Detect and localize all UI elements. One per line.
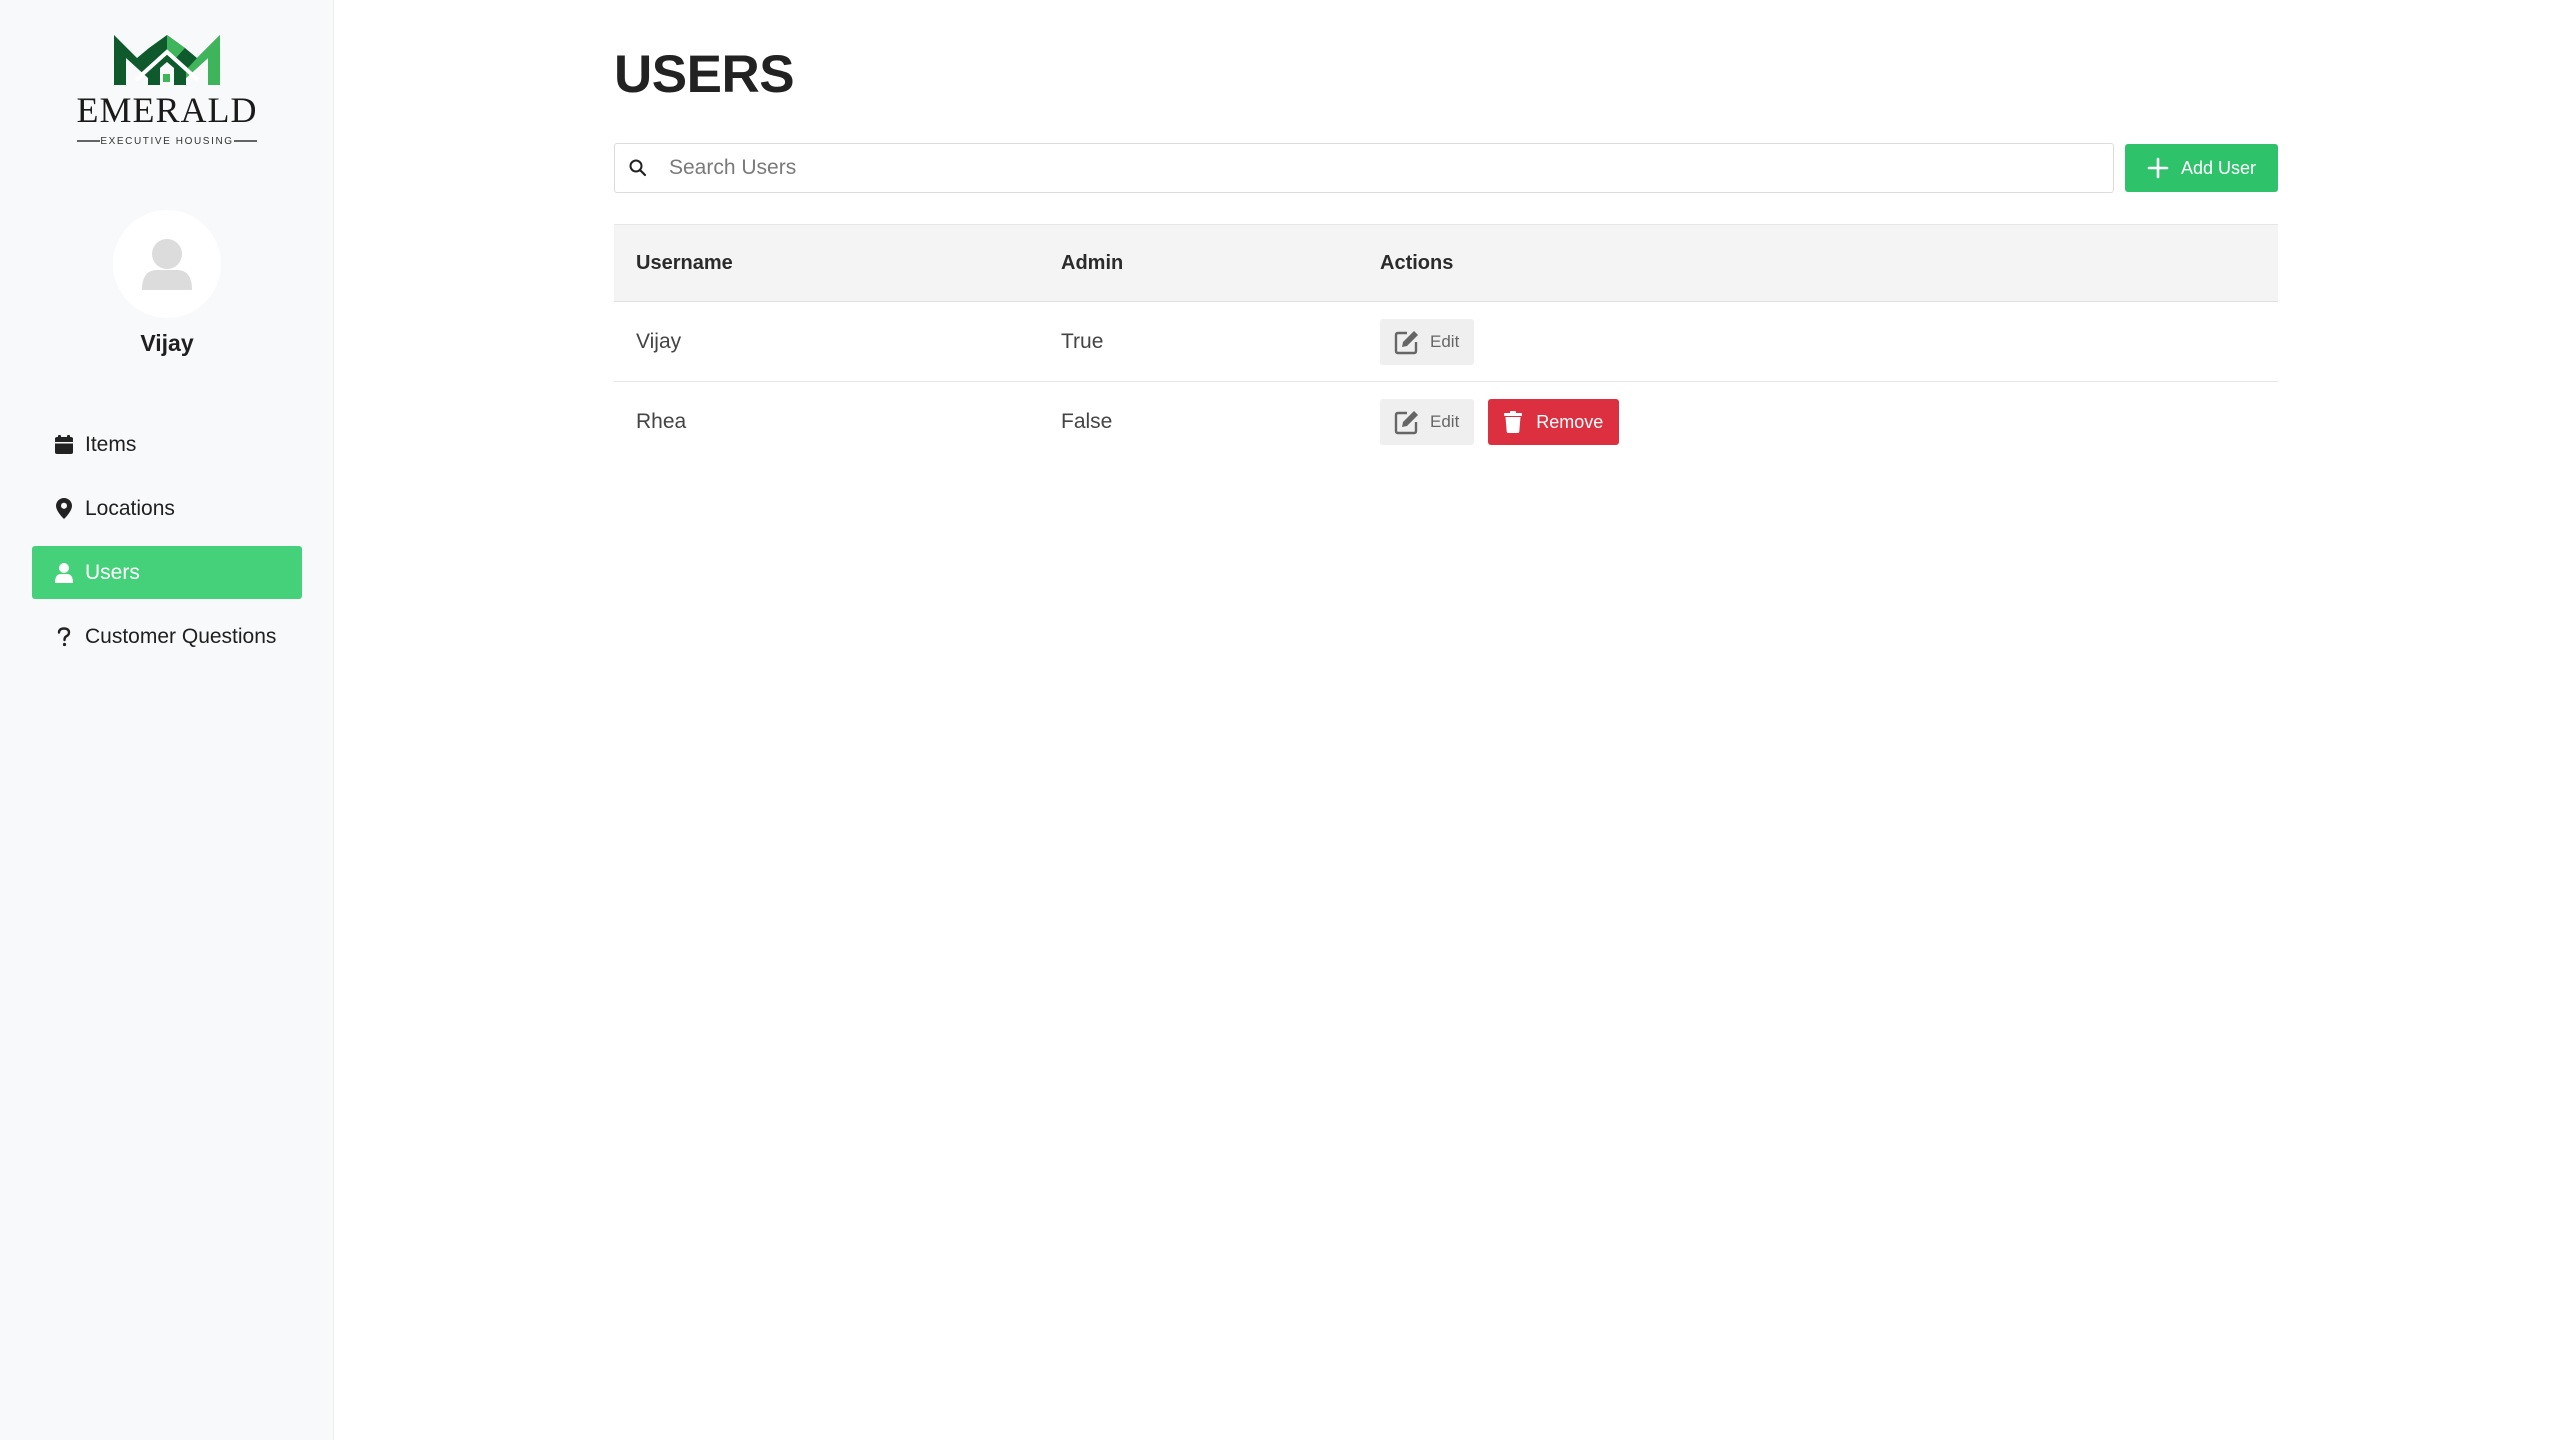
plus-icon [2147,157,2169,179]
remove-button[interactable]: Remove [1488,399,1620,445]
sidebar-item-items[interactable]: Items [32,418,302,471]
edit-label: Edit [1430,331,1460,351]
svg-text:EMERALD: EMERALD [77,90,258,130]
sidebar-item-locations[interactable]: Locations [32,482,302,535]
column-header-actions: Actions [1380,251,1454,274]
question-icon [54,626,74,648]
sidebar: EMERALD EXECUTIVE HOUSING Vijay Items Lo… [0,0,334,1440]
edit-button[interactable]: Edit [1380,318,1475,365]
sidebar-item-users[interactable]: Users [32,546,302,599]
add-user-label: Add User [2180,157,2257,178]
column-header-username: Username [636,251,733,274]
actions-cell: Edit [1380,302,1475,381]
map-pin-icon [54,498,74,520]
remove-label: Remove [1536,411,1604,432]
sidebar-item-label: Items [85,432,137,456]
users-table: Username Admin Actions Vijay True Edit R… [614,224,2278,462]
admin-cell: True [1061,329,1104,353]
actions-cell: Edit Remove [1380,382,1620,462]
username-cell: Vijay [636,329,682,353]
search-box[interactable] [614,143,2114,193]
brand-logo[interactable]: EMERALD EXECUTIVE HOUSING [74,30,260,148]
current-user-name: Vijay [140,330,194,356]
sidebar-nav: Items Locations Users Customer Questions [32,418,302,674]
svg-text:EXECUTIVE HOUSING: EXECUTIVE HOUSING [100,136,233,147]
trash-icon [1504,411,1523,433]
edit-label: Edit [1430,412,1460,431]
emerald-logo-icon: EMERALD EXECUTIVE HOUSING [77,35,258,147]
edit-icon [1394,330,1418,354]
table-row: Rhea False Edit Remove [614,382,2278,462]
page-title: USERS [614,45,795,104]
sidebar-item-label: Locations [85,496,175,520]
column-header-admin: Admin [1061,251,1124,274]
add-user-button[interactable]: Add User [2125,144,2278,192]
username-cell: Rhea [636,410,687,433]
calendar-icon [54,434,74,456]
edit-button[interactable]: Edit [1380,399,1475,445]
user-icon [54,562,74,584]
sidebar-item-customer-questions[interactable]: Customer Questions [32,610,302,663]
search-icon [629,159,647,177]
table-row: Vijay True Edit [614,302,2278,382]
admin-cell: False [1061,410,1113,433]
edit-icon [1394,411,1418,435]
sidebar-item-label: Users [85,560,140,584]
search-input[interactable] [667,144,2107,192]
user-avatar-icon [142,239,192,290]
table-header: Username Admin Actions [614,224,2278,302]
avatar[interactable] [113,210,221,318]
sidebar-item-label: Customer Questions [85,624,277,648]
